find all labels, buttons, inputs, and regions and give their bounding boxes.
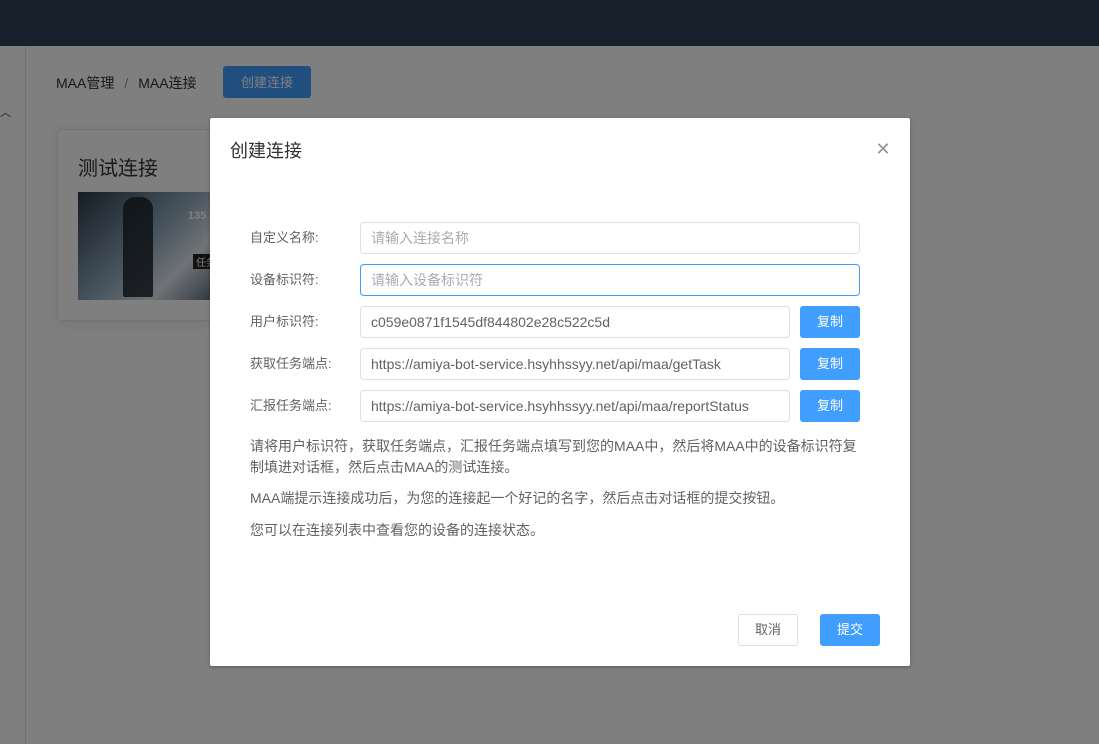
get-task-endpoint-input[interactable] xyxy=(360,348,790,380)
get-task-endpoint-label: 获取任务端点: xyxy=(250,356,332,371)
user-id-input[interactable] xyxy=(360,306,790,338)
close-icon[interactable]: ✕ xyxy=(874,140,892,158)
name-label: 自定义名称: xyxy=(250,230,319,245)
copy-get-task-button[interactable]: 复制 xyxy=(800,348,860,380)
form-row-get-task: 获取任务端点: 复制 xyxy=(250,348,870,380)
create-connection-dialog: 创建连接 ✕ 自定义名称: 设备标识符: 用户标识符: 复制 获取任务端点: 复… xyxy=(210,118,910,666)
dialog-title: 创建连接 xyxy=(230,141,302,161)
user-id-label: 用户标识符: xyxy=(250,314,319,329)
connection-name-input[interactable] xyxy=(360,222,860,254)
device-id-label: 设备标识符: xyxy=(250,272,319,287)
report-endpoint-label: 汇报任务端点: xyxy=(250,398,332,413)
device-id-input[interactable] xyxy=(360,264,860,296)
instruction-text: MAA端提示连接成功后，为您的连接起一个好记的名字，然后点击对话框的提交按钮。 xyxy=(250,490,785,506)
page: ︿ MAA管理 / MAA连接 创建连接 测试连接 135 任务 创建连接 ✕ … xyxy=(0,0,1099,744)
copy-user-id-button[interactable]: 复制 xyxy=(800,306,860,338)
cancel-button[interactable]: 取消 xyxy=(738,614,798,646)
form-row-user: 用户标识符: 复制 xyxy=(250,306,870,338)
report-endpoint-input[interactable] xyxy=(360,390,790,422)
instruction-text: 您可以在连接列表中查看您的设备的连接状态。 xyxy=(250,522,544,538)
form-row-report: 汇报任务端点: 复制 xyxy=(250,390,870,422)
submit-button[interactable]: 提交 xyxy=(820,614,880,646)
instruction-text: 请将用户标识符，获取任务端点，汇报任务端点填写到您的MAA中，然后将MAA中的设… xyxy=(250,438,857,475)
copy-report-button[interactable]: 复制 xyxy=(800,390,860,422)
form-row-device: 设备标识符: xyxy=(250,264,870,296)
form-row-name: 自定义名称: xyxy=(250,222,870,254)
